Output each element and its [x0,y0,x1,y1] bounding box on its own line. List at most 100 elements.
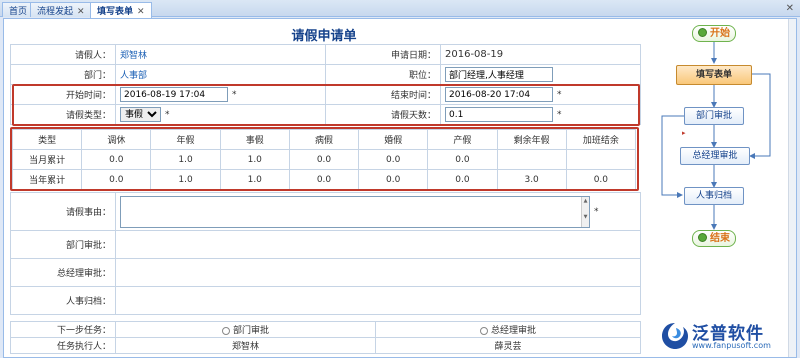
dept-approve-cell [115,230,641,259]
table-cell [496,149,567,170]
reason-textarea[interactable]: ▲ ▼ [120,195,590,228]
tab-label: 流程发起 [37,7,74,17]
table-header-cell: 事假 [219,129,290,150]
reason-label: 请假事由： [10,192,116,231]
flow-fill-form-node[interactable]: 填写表单 [676,65,752,85]
table-header-cell: 婚假 [358,129,429,150]
flow-dept-approve-node[interactable]: 部门审批 [684,107,744,125]
table-cell: 0.0 [427,149,498,170]
applicant-label: 请假人： [10,44,116,65]
close-icon[interactable]: ✕ [137,7,145,17]
required-mark: * [594,207,599,217]
table-cell: 0.0 [427,169,498,190]
flow-hr-archive-node[interactable]: 人事归档 [684,187,744,205]
table-header-cell: 产假 [427,129,498,150]
next-task-option[interactable]: 部门审批 [115,321,376,338]
flow-end-label: 结束 [710,233,730,244]
table-header-cell: 年假 [150,129,221,150]
required-mark: * [557,90,562,100]
tab-fill-form[interactable]: 填写表单 ✕ [90,2,152,18]
apply-date-label: 申请日期： [325,44,441,65]
executor-value: 郑智林 [115,337,376,354]
apply-date-value: 2016-08-19 [440,44,641,65]
table-header-cell: 加班结余 [565,129,637,150]
flow-end-node[interactable]: 结束 [692,230,736,247]
dept-value: 人事部 [115,64,326,85]
start-icon [698,28,707,37]
vertical-scrollbar[interactable] [788,19,796,357]
hr-archive-label: 人事归档： [10,286,116,315]
form-header-table: 请假人： 郑智林 申请日期： 2016-08-19 部门： 人事部 职位： 开始… [10,44,641,125]
table-cell: 当月累计 [11,149,83,170]
applicant-value: 郑智林 [115,44,326,65]
form-title: 请假申请单 [291,29,357,44]
close-all-icon[interactable]: ✕ [786,3,794,14]
form-approval-table: 请假事由： ▲ ▼ * 部门审批： 总经理审批： 人事归档： [10,192,641,315]
tab-flow-start[interactable]: 流程发起 ✕ [30,2,92,17]
flow-gm-approve-node[interactable]: 总经理审批 [680,147,750,165]
flow-start-label: 开始 [710,28,730,39]
leave-stats-table: 类型 调休 年假 事假 病假 婚假 产假 剩余年假 加班结余 当月累计 0.0 … [11,129,637,190]
next-task-label: 下一步任务： [10,321,116,338]
end-time-input[interactable] [445,87,553,102]
table-cell: 0.0 [81,149,152,170]
reason-cell: ▲ ▼ * [115,192,641,231]
table-cell: 0.0 [288,149,360,170]
position-input[interactable] [445,67,553,82]
next-task-option-label: 部门审批 [232,326,269,336]
content-panel: 请假申请单 请假人： 郑智林 申请日期： 2016-08-19 部门： 人事部 … [3,18,797,358]
scrollbar[interactable]: ▲ ▼ [581,196,589,227]
end-icon [698,233,707,242]
dept-approve-label: 部门审批： [10,230,116,259]
required-mark: * [165,109,170,120]
hr-archive-cell [115,286,641,315]
brand-logo: 泛普软件 www.fanpusoft.com [660,319,790,353]
table-cell: 0.0 [358,169,429,190]
flow-start-node[interactable]: 开始 [692,25,736,42]
table-cell: 1.0 [150,169,221,190]
logo-icon [662,323,688,349]
table-cell: 1.0 [219,169,290,190]
table-row: 当月累计 0.0 1.0 1.0 0.0 0.0 0.0 [11,149,637,170]
close-icon[interactable]: ✕ [77,7,85,17]
table-cell: 0.0 [81,169,152,190]
table-header-cell: 类型 [11,129,83,150]
next-task-table: 下一步任务： 部门审批 总经理审批 任务执行人： 郑智林 薛灵芸 [10,321,641,354]
leave-type-cell: 事假 * [115,104,326,125]
leave-type-select[interactable]: 事假 [120,107,161,122]
next-task-option[interactable]: 总经理审批 [375,321,641,338]
leave-days-label: 请假天数： [325,104,441,125]
table-header-cell: 病假 [288,129,360,150]
table-cell: 0.0 [565,169,637,190]
start-time-input[interactable] [120,87,228,102]
tab-label: 填写表单 [97,7,134,17]
end-time-label: 结束时间： [325,84,441,105]
table-header-row: 类型 调休 年假 事假 病假 婚假 产假 剩余年假 加班结余 [11,129,637,150]
tab-label: 首页 [9,7,28,17]
end-time-cell: * [440,84,641,105]
leave-days-cell: * [440,104,641,125]
table-cell: 1.0 [219,149,290,170]
svg-text:▸: ▸ [682,129,686,137]
table-row: 当年累计 0.0 1.0 1.0 0.0 0.0 0.0 3.0 0.0 [11,169,637,190]
gm-approve-cell [115,258,641,287]
workflow-diagram: ▸ 开始 填写表单 部门审批 总经理审批 人事归档 结束 [652,19,796,357]
tab-bar: 首页 流程发起 ✕ 填写表单 ✕ ✕ [0,0,800,18]
start-time-label: 开始时间： [10,84,116,105]
table-cell [565,149,637,170]
radio-icon[interactable] [221,326,230,335]
table-cell: 3.0 [496,169,567,190]
required-mark: * [232,90,237,100]
table-cell: 当年累计 [11,169,83,190]
radio-icon[interactable] [479,326,488,335]
table-header-cell: 调休 [81,129,152,150]
table-cell: 0.0 [288,169,360,190]
gm-approve-label: 总经理审批： [10,258,116,287]
required-mark: * [557,110,562,120]
leave-days-input[interactable] [445,107,553,122]
executor-label: 任务执行人： [10,337,116,354]
position-label: 职位： [325,64,441,85]
position-cell [440,64,641,85]
dept-label: 部门： [10,64,116,85]
table-cell: 0.0 [358,149,429,170]
